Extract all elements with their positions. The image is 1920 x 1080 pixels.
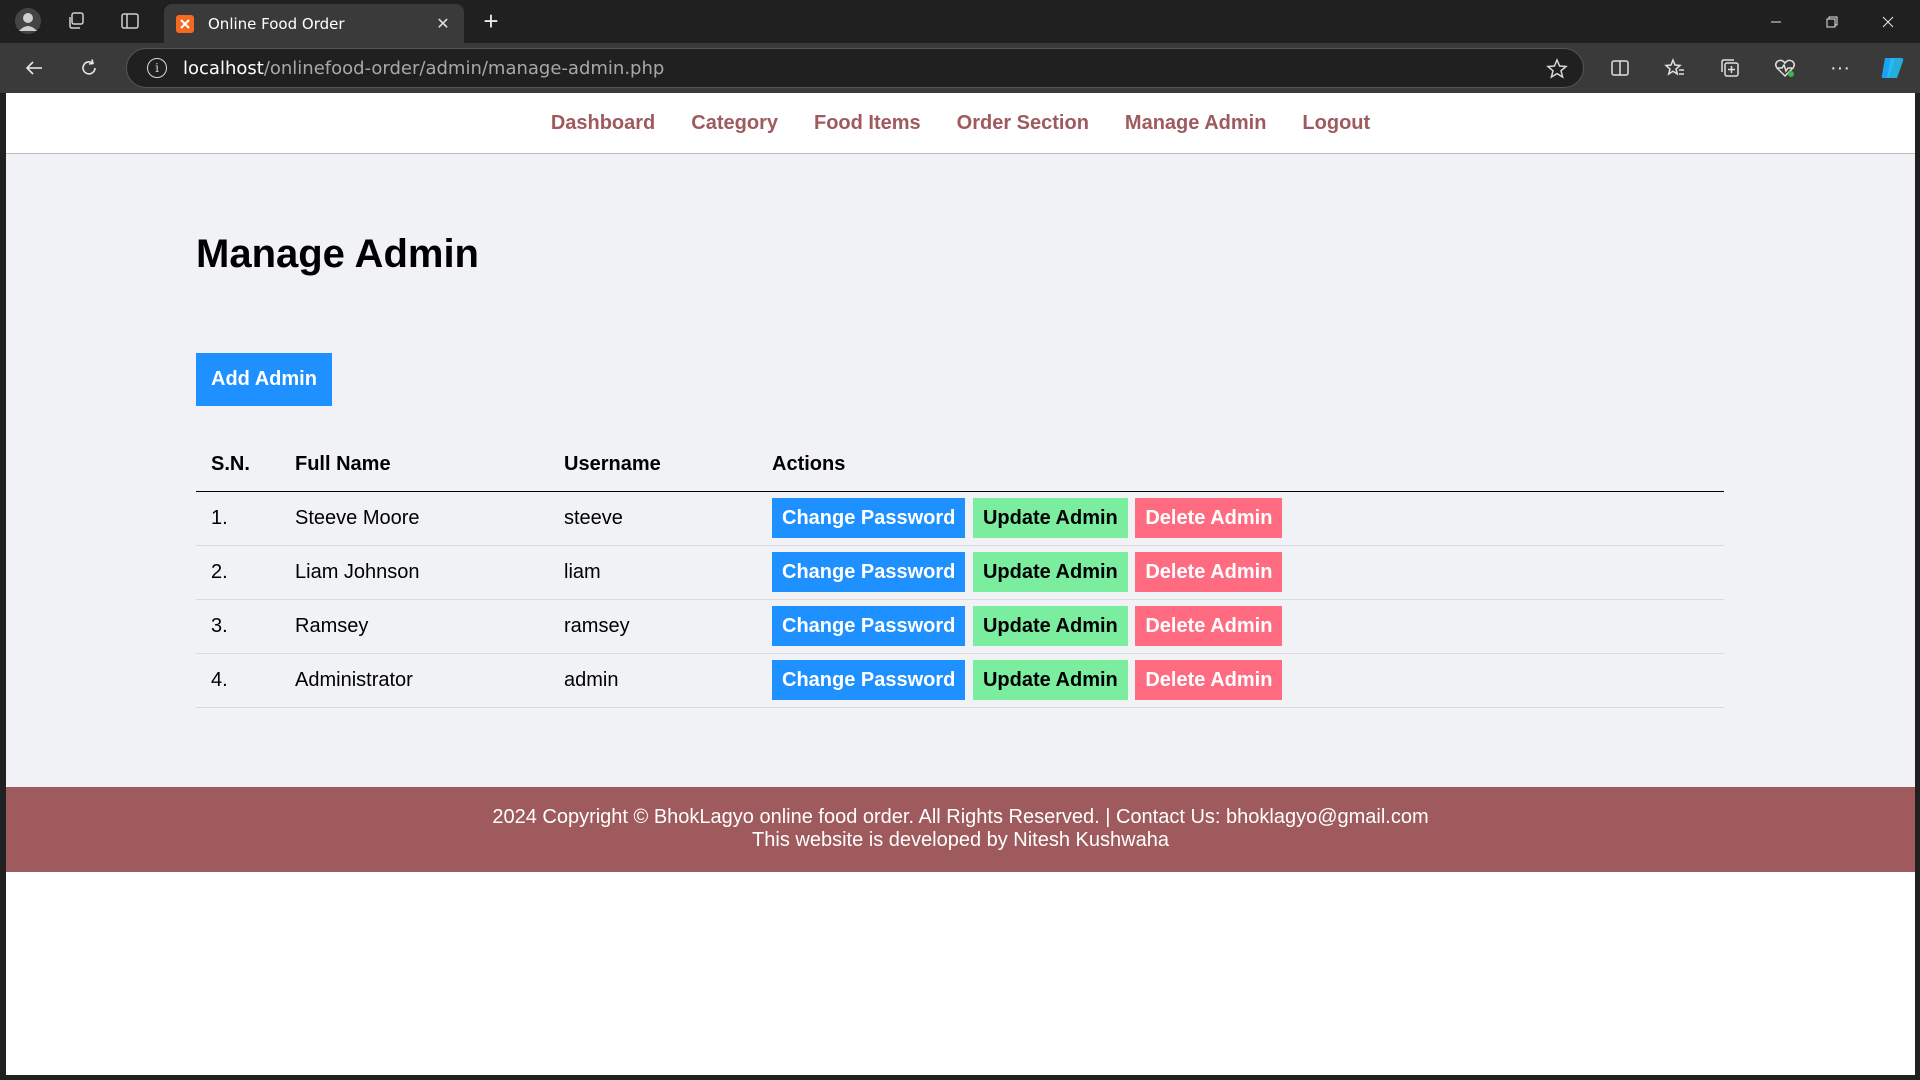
refresh-icon[interactable]: [73, 52, 105, 84]
more-options-icon[interactable]: ···: [1825, 53, 1855, 83]
admin-table: S.N. Full Name Username Actions 1. Steev…: [196, 438, 1724, 708]
table-row: 1. Steeve Moore steeve Change Password U…: [196, 491, 1724, 546]
cell-full-name: Steeve Moore: [295, 491, 564, 546]
favorite-star-icon[interactable]: [1545, 57, 1569, 81]
cell-actions: Change Password Update Admin Delete Admi…: [772, 599, 1724, 654]
tab-title: Online Food Order: [208, 14, 345, 33]
profile-avatar-icon[interactable]: [13, 6, 43, 36]
change-password-button[interactable]: Change Password: [772, 660, 966, 700]
table-header-row: S.N. Full Name Username Actions: [196, 438, 1724, 492]
header-username: Username: [564, 438, 772, 492]
cell-username: liam: [564, 545, 772, 600]
close-tab-icon[interactable]: ✕: [432, 13, 454, 35]
minimize-icon[interactable]: [1748, 0, 1804, 43]
main-content: Manage Admin Add Admin S.N. Full Name Us…: [6, 154, 1915, 787]
header-sn: S.N.: [196, 438, 295, 492]
delete-admin-button[interactable]: Delete Admin: [1135, 660, 1283, 700]
active-tab[interactable]: Online Food Order ✕: [164, 4, 464, 43]
page-viewport: Dashboard Category Food Items Order Sect…: [6, 93, 1915, 1075]
table-row: 3. Ramsey ramsey Change Password Update …: [196, 599, 1724, 654]
copilot-icon[interactable]: [1878, 53, 1908, 83]
close-window-icon[interactable]: [1860, 0, 1916, 43]
table-row: 2. Liam Johnson liam Change Password Upd…: [196, 545, 1724, 600]
browser-toolbar: i localhost/onlinefood-order/admin/manag…: [0, 43, 1920, 93]
tab-actions-icon[interactable]: [115, 6, 145, 36]
browser-essentials-icon[interactable]: [1770, 53, 1800, 83]
cell-actions: Change Password Update Admin Delete Admi…: [772, 491, 1724, 546]
favorites-icon[interactable]: [1660, 53, 1690, 83]
back-arrow-icon[interactable]: [18, 52, 50, 84]
cell-actions: Change Password Update Admin Delete Admi…: [772, 545, 1724, 600]
workspaces-icon[interactable]: [61, 6, 91, 36]
update-admin-button[interactable]: Update Admin: [972, 498, 1128, 538]
cell-full-name: Administrator: [295, 653, 564, 708]
cell-sn: 2.: [196, 545, 295, 600]
top-menu: Dashboard Category Food Items Order Sect…: [6, 93, 1915, 154]
menu-item-category[interactable]: Category: [691, 112, 778, 135]
cell-username: admin: [564, 653, 772, 708]
cell-username: steeve: [564, 491, 772, 546]
header-full-name: Full Name: [295, 438, 564, 492]
page-title: Manage Admin: [196, 232, 479, 276]
url-text: localhost/onlinefood-order/admin/manage-…: [183, 57, 665, 79]
split-screen-icon[interactable]: [1605, 53, 1635, 83]
change-password-button[interactable]: Change Password: [772, 606, 966, 646]
menu-item-dashboard[interactable]: Dashboard: [551, 112, 655, 135]
cell-full-name: Ramsey: [295, 599, 564, 654]
address-bar[interactable]: i localhost/onlinefood-order/admin/manag…: [126, 48, 1584, 88]
menu-item-logout[interactable]: Logout: [1302, 112, 1370, 135]
menu-item-food-items[interactable]: Food Items: [814, 112, 921, 135]
change-password-button[interactable]: Change Password: [772, 552, 966, 592]
cell-full-name: Liam Johnson: [295, 545, 564, 600]
update-admin-button[interactable]: Update Admin: [972, 606, 1128, 646]
change-password-button[interactable]: Change Password: [772, 498, 966, 538]
collections-icon[interactable]: [1715, 53, 1745, 83]
delete-admin-button[interactable]: Delete Admin: [1135, 552, 1283, 592]
update-admin-button[interactable]: Update Admin: [972, 660, 1128, 700]
header-actions: Actions: [772, 438, 1724, 492]
cell-username: ramsey: [564, 599, 772, 654]
cell-sn: 1.: [196, 491, 295, 546]
update-admin-button[interactable]: Update Admin: [972, 552, 1128, 592]
table-row: 4. Administrator admin Change Password U…: [196, 653, 1724, 708]
menu-item-order-section[interactable]: Order Section: [957, 112, 1089, 135]
footer-developer: This website is developed by Nitesh Kush…: [752, 829, 1169, 851]
cell-actions: Change Password Update Admin Delete Admi…: [772, 653, 1724, 708]
new-tab-icon[interactable]: +: [476, 7, 506, 37]
browser-titlebar: Online Food Order ✕ +: [0, 0, 1920, 43]
xampp-favicon-icon: [176, 14, 194, 33]
site-info-icon[interactable]: i: [147, 58, 167, 78]
footer: 2024 Copyright © BhokLagyo online food o…: [6, 787, 1915, 872]
cell-sn: 4.: [196, 653, 295, 708]
delete-admin-button[interactable]: Delete Admin: [1135, 498, 1283, 538]
add-admin-button[interactable]: Add Admin: [196, 353, 332, 406]
footer-copyright: 2024 Copyright © BhokLagyo online food o…: [492, 806, 1429, 828]
menu-item-manage-admin[interactable]: Manage Admin: [1125, 112, 1267, 135]
cell-sn: 3.: [196, 599, 295, 654]
restore-icon[interactable]: [1804, 0, 1860, 43]
delete-admin-button[interactable]: Delete Admin: [1135, 606, 1283, 646]
